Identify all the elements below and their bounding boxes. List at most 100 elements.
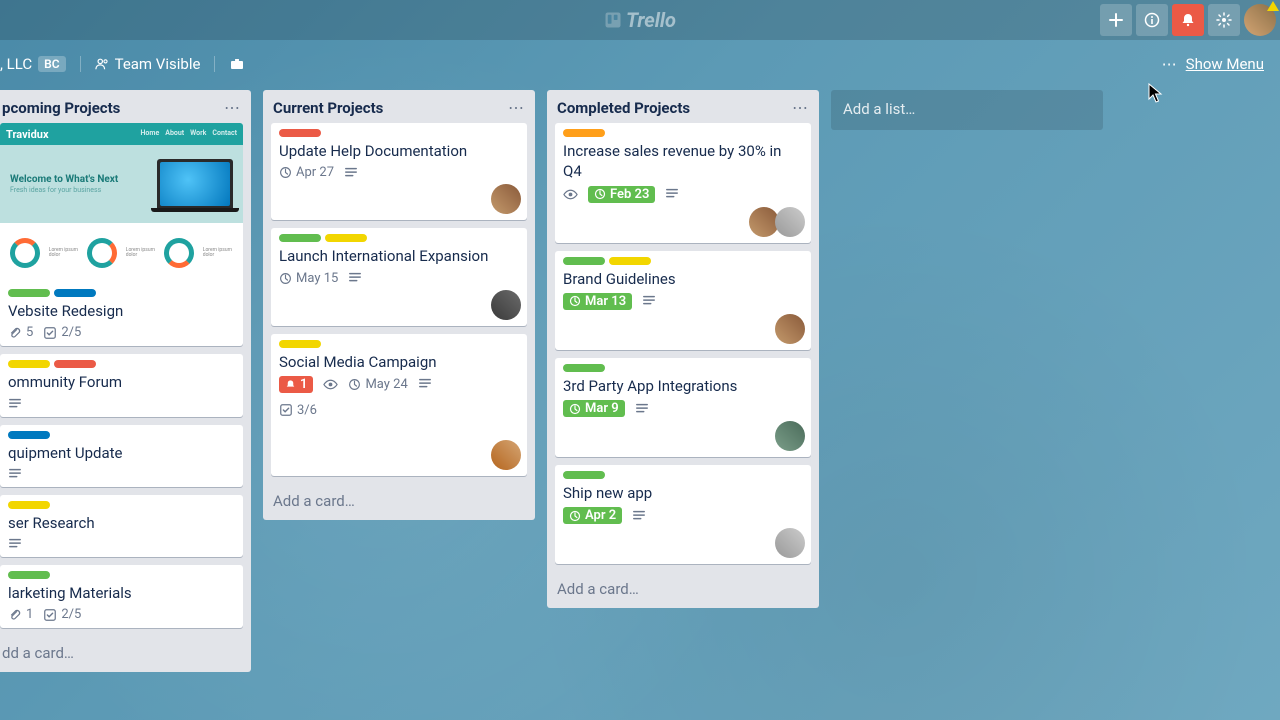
card[interactable]: Social Media Campaign 1May 243/6 [271, 334, 527, 476]
label-yellow[interactable] [325, 234, 367, 242]
board-canvas[interactable]: pcoming Projects ⋯ TraviduxHomeAboutWorkCo… [0, 88, 1280, 720]
card-labels [8, 571, 235, 579]
card[interactable]: TraviduxHomeAboutWorkContactWelcome to W… [0, 123, 243, 346]
card[interactable]: ommunity Forum [0, 354, 243, 416]
label-yellow[interactable] [279, 340, 321, 348]
card[interactable]: 3rd Party App IntegrationsMar 9 [555, 358, 811, 457]
card-badges [8, 397, 235, 411]
card[interactable]: ser Research [0, 495, 243, 557]
team-badge: BC [38, 56, 65, 72]
card-labels [8, 431, 235, 439]
more-icon[interactable]: ⋯ [1162, 55, 1178, 73]
list-menu-button[interactable]: ⋯ [508, 98, 525, 117]
description-icon [665, 187, 679, 201]
label-yellow[interactable] [609, 257, 651, 265]
card-members [495, 184, 521, 214]
team-name[interactable]: , LLC [0, 55, 32, 73]
info-button[interactable] [1136, 4, 1168, 36]
label-green[interactable] [563, 257, 605, 265]
label-green[interactable] [8, 571, 50, 579]
member-avatar[interactable] [775, 421, 805, 451]
checklist-badge: 3/6 [279, 403, 317, 418]
description-icon [8, 537, 22, 551]
label-red[interactable] [279, 129, 321, 137]
label-yellow[interactable] [8, 501, 50, 509]
card[interactable]: quipment Update [0, 425, 243, 487]
notifications-button[interactable] [1172, 4, 1204, 36]
card-members [495, 440, 521, 470]
add-card-button[interactable]: dd a card… [0, 636, 251, 672]
alert-badge: 1 [279, 376, 313, 393]
watching-icon [563, 187, 578, 202]
card[interactable]: Update Help DocumentationApr 27 [271, 123, 527, 220]
list-menu-button[interactable]: ⋯ [792, 98, 809, 117]
user-avatar[interactable] [1244, 4, 1276, 36]
due-date-complete: Feb 23 [588, 186, 655, 203]
add-list-button[interactable]: Add a list… [831, 90, 1103, 130]
label-orange[interactable] [563, 129, 605, 137]
card-title: Vebsite Redesign [8, 301, 235, 321]
list-title[interactable]: Completed Projects [557, 99, 690, 117]
settings-button[interactable] [1208, 4, 1240, 36]
card-title: larketing Materials [8, 583, 235, 603]
create-button[interactable] [1100, 4, 1132, 36]
card-labels [8, 289, 235, 297]
card-title: ommunity Forum [8, 372, 235, 392]
card-badges [8, 467, 235, 481]
card[interactable]: Brand GuidelinesMar 13 [555, 251, 811, 350]
card-badges: Mar 9 [563, 400, 803, 417]
member-avatar[interactable] [775, 207, 805, 237]
card-title: quipment Update [8, 443, 235, 463]
card-labels [279, 340, 519, 348]
visibility-button[interactable]: Team Visible [95, 55, 201, 73]
member-avatar[interactable] [775, 528, 805, 558]
card[interactable]: Launch International ExpansionMay 15 [271, 228, 527, 325]
global-header: Trello [0, 0, 1280, 40]
card[interactable]: Ship new app Apr 2 [555, 465, 811, 564]
card[interactable]: larketing Materials12/5 [0, 565, 243, 628]
attachments-badge: 5 [8, 325, 33, 340]
description-icon [418, 377, 432, 391]
label-red[interactable] [54, 360, 96, 368]
list-title[interactable]: Current Projects [273, 99, 383, 117]
list-cards: Update Help DocumentationApr 27Launch In… [263, 121, 535, 484]
due-date-complete: Apr 2 [563, 507, 622, 524]
list-menu-button[interactable]: ⋯ [224, 98, 241, 117]
card-badges: Apr 2 [563, 507, 803, 524]
attachments-badge: 1 [8, 607, 33, 622]
card-labels [563, 364, 803, 372]
watching-icon [323, 377, 338, 392]
people-icon [95, 57, 109, 71]
add-card-button[interactable]: Add a card… [547, 572, 819, 608]
card-title: Brand Guidelines [563, 269, 803, 289]
card-title: Ship new app [563, 483, 803, 503]
member-avatar[interactable] [491, 184, 521, 214]
board-briefcase-icon[interactable] [229, 56, 245, 72]
label-green[interactable] [563, 364, 605, 372]
member-avatar[interactable] [491, 440, 521, 470]
due-date: May 24 [348, 377, 407, 392]
member-avatar[interactable] [491, 290, 521, 320]
card-members [753, 207, 805, 237]
label-blue[interactable] [54, 289, 96, 297]
label-green[interactable] [279, 234, 321, 242]
card-badges: 1 May 24 3/6 [279, 376, 519, 418]
card-labels [279, 129, 519, 137]
label-green[interactable] [8, 289, 50, 297]
member-avatar[interactable] [775, 314, 805, 344]
card-labels [8, 501, 235, 509]
card-labels [563, 257, 803, 265]
card[interactable]: Increase sales revenue by 30% in Q4Feb 2… [555, 123, 811, 243]
card-title: Update Help Documentation [279, 141, 519, 161]
show-menu-button[interactable]: Show Menu [1186, 55, 1264, 73]
label-blue[interactable] [8, 431, 50, 439]
add-card-button[interactable]: Add a card… [263, 484, 535, 520]
card-labels [563, 129, 803, 137]
due-date: May 15 [279, 271, 338, 286]
label-green[interactable] [563, 471, 605, 479]
label-yellow[interactable] [8, 360, 50, 368]
list: Current Projects ⋯ Update Help Documentati… [263, 90, 535, 520]
app-logo[interactable]: Trello [604, 8, 676, 32]
list-title[interactable]: pcoming Projects [2, 99, 120, 117]
list: Completed Projects ⋯ Increase sales revenu… [547, 90, 819, 608]
